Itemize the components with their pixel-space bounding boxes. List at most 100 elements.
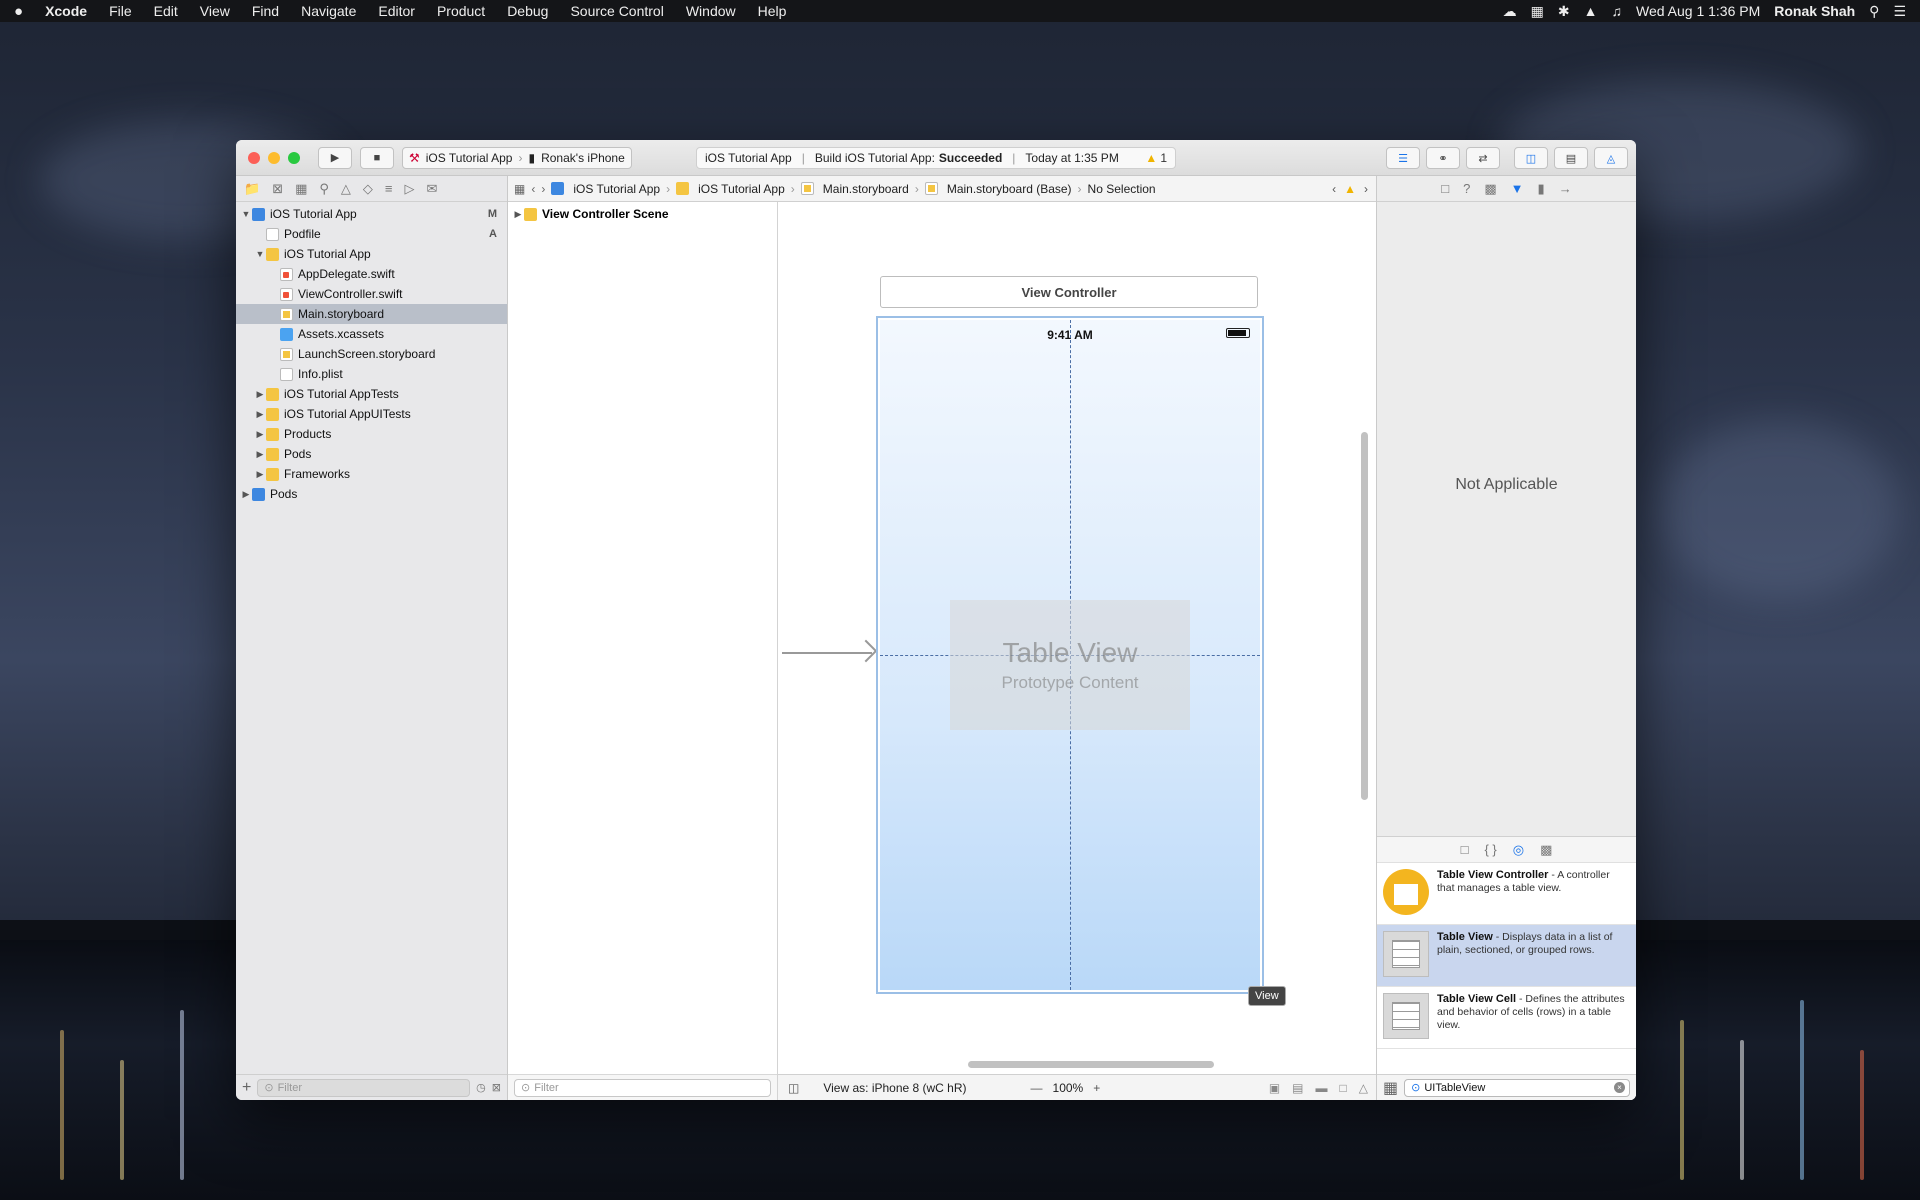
tree-row-group[interactable]: ▼ iOS Tutorial App <box>236 244 507 264</box>
quick-help-icon[interactable]: ? <box>1463 181 1470 196</box>
clear-filter-icon[interactable]: × <box>1614 1082 1625 1093</box>
menu-source-control[interactable]: Source Control <box>570 3 663 19</box>
breadcrumb-group[interactable]: iOS Tutorial App <box>676 182 785 196</box>
scm-filter-icon[interactable]: ⊠ <box>492 1081 501 1094</box>
tree-row-pods-project[interactable]: ▶ Pods <box>236 484 507 504</box>
library-filter-input[interactable]: ⊙ UITableView × <box>1404 1078 1630 1097</box>
tree-row-tests[interactable]: ▶ iOS Tutorial AppTests <box>236 384 507 404</box>
breadcrumb-selection[interactable]: No Selection <box>1088 182 1156 196</box>
size-inspector-icon[interactable]: ▮ <box>1538 181 1545 197</box>
embed-in-stack-icon[interactable]: ▤ <box>1292 1081 1303 1095</box>
attributes-inspector-icon[interactable]: ▼ <box>1511 181 1524 196</box>
outline-filter-input[interactable]: ⊙ Filter <box>514 1078 771 1097</box>
zoom-in-button[interactable]: + <box>1093 1081 1100 1095</box>
menu-editor[interactable]: Editor <box>378 3 415 19</box>
view-controller-frame[interactable]: 9:41 AM Table View Prototype Content <box>876 316 1264 994</box>
test-navigator-icon[interactable]: ◇ <box>363 181 373 197</box>
tree-row-frameworks[interactable]: ▶ Frameworks <box>236 464 507 484</box>
bluetooth-icon[interactable]: ✱ <box>1558 3 1570 20</box>
resolve-issues-icon[interactable]: △ <box>1359 1081 1368 1095</box>
initial-view-controller-arrow[interactable] <box>782 652 872 654</box>
view-as-selector[interactable]: View as: iPhone 8 (wC hR) <box>823 1081 966 1095</box>
menu-window[interactable]: Window <box>686 3 736 19</box>
tree-row-podfile[interactable]: Podfile A <box>236 224 507 244</box>
tree-row-launchscreen[interactable]: LaunchScreen.storyboard <box>236 344 507 364</box>
version-editor-icon[interactable]: ⇄ <box>1466 147 1500 169</box>
menubar-clock[interactable]: Wed Aug 1 1:36 PM <box>1636 3 1760 19</box>
library-item-table-view[interactable]: Table View - Displays data in a list of … <box>1377 925 1636 987</box>
menu-product[interactable]: Product <box>437 3 485 19</box>
project-navigator-icon[interactable]: 📁 <box>244 181 260 197</box>
code-snippet-library-icon[interactable]: { } <box>1484 842 1496 857</box>
update-frames-icon[interactable]: ▣ <box>1269 1081 1280 1095</box>
menu-edit[interactable]: Edit <box>154 3 178 19</box>
menu-view[interactable]: View <box>200 3 230 19</box>
disclosure-closed-icon[interactable]: ▶ <box>254 449 266 460</box>
back-icon[interactable]: ‹ <box>531 182 535 196</box>
align-icon[interactable]: ▬ <box>1316 1081 1328 1095</box>
scheme-selector[interactable]: ⚒ iOS Tutorial App › ▮ Ronak's iPhone <box>402 146 632 169</box>
tree-row-assets[interactable]: Assets.xcassets <box>236 324 507 344</box>
library-item-table-view-cell[interactable]: Table View Cell - Defines the attributes… <box>1377 987 1636 1049</box>
identity-inspector-icon[interactable]: ▩ <box>1484 181 1496 197</box>
disclosure-open-icon[interactable]: ▼ <box>254 249 266 259</box>
find-navigator-icon[interactable]: ⚲ <box>319 181 329 197</box>
breadcrumb-project[interactable]: iOS Tutorial App <box>551 182 660 196</box>
tree-row-products[interactable]: ▶ Products <box>236 424 507 444</box>
warning-indicator[interactable]: ▲ 1 <box>1145 151 1167 165</box>
disclosure-closed-icon[interactable]: ▶ <box>240 489 252 500</box>
source-control-navigator-icon[interactable]: ⊠ <box>272 181 283 197</box>
storyboard-canvas[interactable]: View Controller 9:41 AM Table View Proto… <box>778 202 1376 1074</box>
disclosure-closed-icon[interactable]: ▶ <box>254 389 266 400</box>
toggle-debug-area-icon[interactable]: ▤ <box>1554 147 1588 169</box>
add-constraints-icon[interactable]: □ <box>1340 1081 1347 1095</box>
disclosure-closed-icon[interactable]: ▶ <box>512 209 524 220</box>
report-navigator-icon[interactable]: ✉ <box>427 181 438 197</box>
outline-row-scene[interactable]: ▶ View Controller Scene <box>508 204 777 224</box>
forward-icon[interactable]: › <box>541 182 545 196</box>
disclosure-closed-icon[interactable]: ▶ <box>254 429 266 440</box>
symbol-navigator-icon[interactable]: ▦ <box>295 181 307 197</box>
tree-row-infoplist[interactable]: Info.plist <box>236 364 507 384</box>
volume-icon[interactable]: ♫ <box>1612 3 1623 19</box>
debug-navigator-icon[interactable]: ≡ <box>385 181 393 196</box>
table-view-placeholder[interactable]: Table View Prototype Content <box>950 600 1190 730</box>
tree-row-uitests[interactable]: ▶ iOS Tutorial AppUITests <box>236 404 507 424</box>
menu-find[interactable]: Find <box>252 3 279 19</box>
menu-debug[interactable]: Debug <box>507 3 548 19</box>
menu-help[interactable]: Help <box>758 3 787 19</box>
spotlight-icon[interactable]: ⚲ <box>1869 3 1879 20</box>
cloud-status-icon[interactable]: ☁ <box>1503 3 1517 20</box>
toggle-inspector-icon[interactable]: ◬ <box>1594 147 1628 169</box>
apple-menu-icon[interactable]: ● <box>14 3 23 20</box>
disclosure-closed-icon[interactable]: ▶ <box>254 469 266 480</box>
zoom-out-button[interactable]: — <box>1031 1081 1043 1095</box>
stop-button[interactable]: ■ <box>360 146 394 169</box>
spaces-icon[interactable]: ▦ <box>1531 3 1544 20</box>
zoom-window-button[interactable] <box>288 151 300 164</box>
file-template-library-icon[interactable]: □ <box>1461 842 1469 857</box>
tree-row-appdelegate[interactable]: AppDelegate.swift <box>236 264 507 284</box>
connections-inspector-icon[interactable]: → <box>1559 181 1572 196</box>
tree-row-project[interactable]: ▼ iOS Tutorial App M <box>236 204 507 224</box>
zoom-level[interactable]: 100% <box>1053 1081 1084 1095</box>
file-inspector-icon[interactable]: □ <box>1441 181 1449 196</box>
menu-file[interactable]: File <box>109 3 132 19</box>
issue-navigator-icon[interactable]: △ <box>341 181 351 197</box>
grid-view-icon[interactable]: ▦ <box>1383 1078 1398 1098</box>
navigator-filter-input[interactable]: ⊙ Filter <box>257 1078 471 1097</box>
warning-icon[interactable]: ▲ <box>1344 182 1356 196</box>
close-window-button[interactable] <box>248 151 260 164</box>
app-menu[interactable]: Xcode <box>45 3 87 19</box>
run-button[interactable]: ▶ <box>318 146 352 169</box>
horizontal-scrollbar[interactable] <box>968 1061 1214 1068</box>
notification-center-icon[interactable]: ☰ <box>1893 3 1906 20</box>
toggle-navigator-icon[interactable]: ◫ <box>1514 147 1548 169</box>
tree-row-pods-group[interactable]: ▶ Pods <box>236 444 507 464</box>
minimize-window-button[interactable] <box>268 151 280 164</box>
breadcrumb-localization[interactable]: Main.storyboard (Base) <box>924 182 1072 196</box>
object-library-icon[interactable]: ◎ <box>1513 842 1524 858</box>
previous-issue-icon[interactable]: ‹ <box>1332 182 1336 196</box>
menubar-user[interactable]: Ronak Shah <box>1774 3 1855 19</box>
menu-navigate[interactable]: Navigate <box>301 3 356 19</box>
